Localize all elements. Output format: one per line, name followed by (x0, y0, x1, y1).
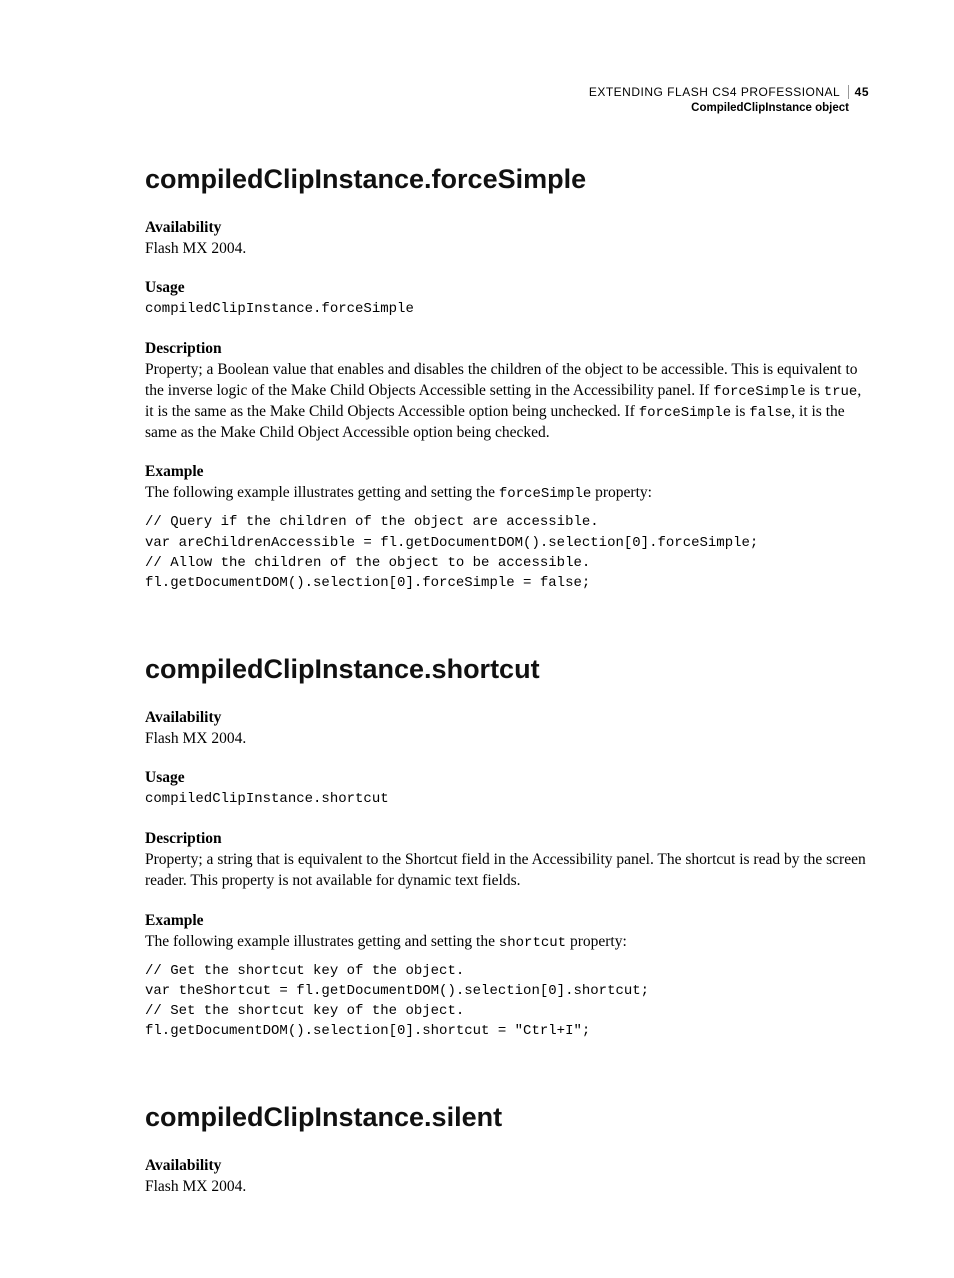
example-intro: The following example illustrates gettin… (145, 483, 869, 504)
section-title: compiledClipInstance.silent (145, 1102, 869, 1133)
page-number: 45 (848, 85, 869, 99)
availability-text: Flash MX 2004. (145, 729, 869, 750)
description-label: Description (145, 340, 869, 358)
header-line-1: EXTENDING FLASH CS4 PROFESSIONAL 45 (145, 85, 869, 101)
example-intro-code: forceSimple (499, 486, 591, 502)
doc-title: EXTENDING FLASH CS4 PROFESSIONAL (589, 85, 840, 99)
desc-mid-1: is (806, 382, 824, 399)
section-shortcut: compiledClipInstance.shortcut Availabili… (145, 654, 869, 1042)
example-label: Example (145, 912, 869, 930)
section-silent: compiledClipInstance.silent Availability… (145, 1102, 869, 1198)
availability-label: Availability (145, 1157, 869, 1175)
example-intro-pre: The following example illustrates gettin… (145, 484, 499, 501)
usage-code: compiledClipInstance.shortcut (145, 789, 869, 809)
section-forcesimple: compiledClipInstance.forceSimple Availab… (145, 164, 869, 594)
example-intro: The following example illustrates gettin… (145, 932, 869, 953)
example-intro-post: property: (566, 933, 627, 950)
desc-code-1: forceSimple (713, 384, 805, 400)
desc-mid-3: is (731, 403, 749, 420)
description-label: Description (145, 830, 869, 848)
example-intro-post: property: (591, 484, 652, 501)
header-section: CompiledClipInstance object (145, 101, 869, 116)
desc-code-4: false (749, 405, 791, 421)
example-intro-pre: The following example illustrates gettin… (145, 933, 499, 950)
running-header: EXTENDING FLASH CS4 PROFESSIONAL 45 Comp… (145, 85, 869, 116)
page-container: EXTENDING FLASH CS4 PROFESSIONAL 45 Comp… (0, 0, 954, 1278)
availability-label: Availability (145, 709, 869, 727)
example-code: // Get the shortcut key of the object. v… (145, 961, 869, 1042)
example-label: Example (145, 463, 869, 481)
example-intro-code: shortcut (499, 935, 566, 951)
example-code: // Query if the children of the object a… (145, 512, 869, 593)
usage-code: compiledClipInstance.forceSimple (145, 299, 869, 319)
section-title: compiledClipInstance.shortcut (145, 654, 869, 685)
usage-label: Usage (145, 279, 869, 297)
usage-label: Usage (145, 769, 869, 787)
availability-text: Flash MX 2004. (145, 239, 869, 260)
description-text: Property; a string that is equivalent to… (145, 850, 869, 892)
desc-code-2: true (824, 384, 858, 400)
availability-text: Flash MX 2004. (145, 1177, 869, 1198)
desc-code-3: forceSimple (639, 405, 731, 421)
section-title: compiledClipInstance.forceSimple (145, 164, 869, 195)
description-text: Property; a Boolean value that enables a… (145, 360, 869, 444)
availability-label: Availability (145, 219, 869, 237)
